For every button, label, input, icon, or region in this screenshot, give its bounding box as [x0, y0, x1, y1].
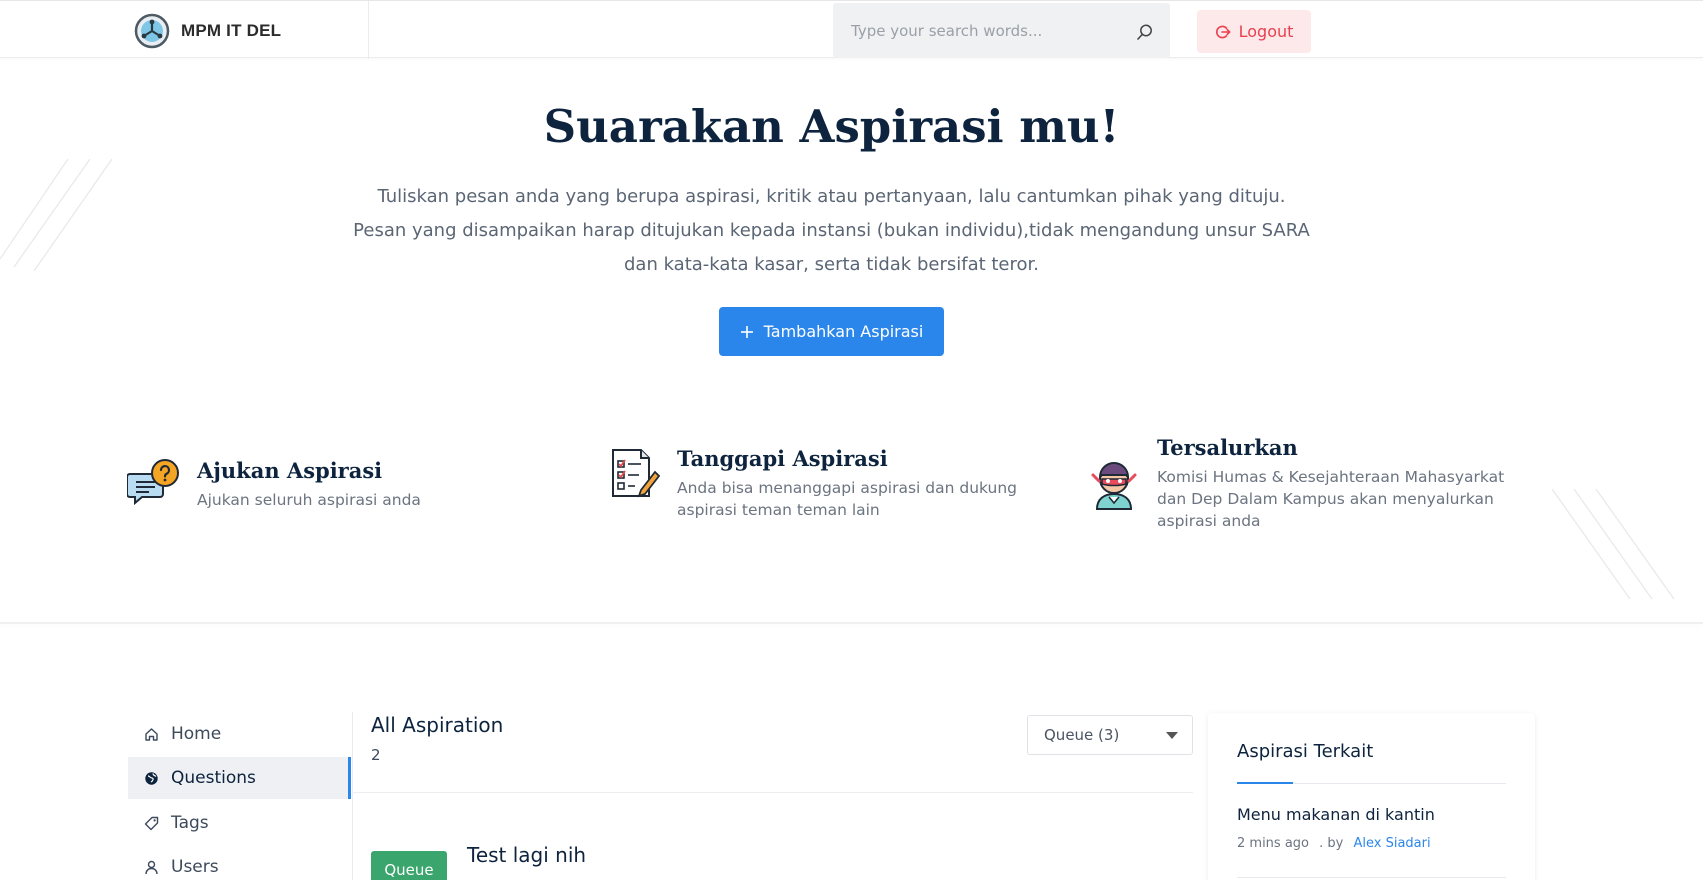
decorative-lines-left: [0, 158, 113, 272]
sidebar-item-tags[interactable]: Tags: [128, 802, 351, 844]
related-item-time: 2 mins ago: [1237, 836, 1309, 851]
sidebar-item-home[interactable]: Home: [128, 713, 351, 755]
list-divider: [352, 792, 1193, 793]
feature-title: Tersalurkan: [1157, 435, 1298, 460]
section-divider: [0, 622, 1703, 624]
add-aspiration-button[interactable]: Tambahkan Aspirasi: [719, 307, 944, 356]
sidebar-divider: [352, 712, 353, 880]
search-icon[interactable]: [1136, 23, 1154, 41]
header-divider: [368, 1, 369, 59]
feature-title: Tanggapi Aspirasi: [677, 446, 888, 471]
add-aspiration-label: Tambahkan Aspirasi: [763, 322, 924, 341]
search-input[interactable]: [851, 19, 1121, 43]
aspiration-list-title: All Aspiration: [371, 713, 504, 737]
logo-text: MPM IT DEL: [181, 21, 282, 40]
hero-title: Suarakan Aspirasi mu!: [543, 100, 1120, 153]
sidebar-item-label: Tags: [171, 813, 209, 833]
feature-text: Ajukan seluruh aspirasi anda: [197, 491, 421, 509]
status-badge: Queue: [371, 851, 447, 880]
logout-icon: [1215, 25, 1231, 38]
logout-button[interactable]: Logout: [1197, 10, 1311, 53]
hero-description: Tuliskan pesan anda yang berupa aspirasi…: [330, 180, 1333, 282]
hero-desc-line: Pesan yang disampaikan harap ditujukan k…: [353, 220, 1310, 241]
status-filter-select[interactable]: Queue (3): [1027, 715, 1193, 755]
related-item-author-link[interactable]: Alex Siadari: [1354, 836, 1431, 851]
logout-label: Logout: [1238, 22, 1294, 41]
related-item-by: . by: [1319, 836, 1344, 851]
tag-icon: [144, 816, 159, 830]
top-navbar: MPM IT DEL Logout: [0, 0, 1703, 59]
related-aspirations-card: Aspirasi Terkait Menu makanan di kantin …: [1208, 713, 1535, 880]
caret-down-icon: [1166, 732, 1178, 739]
question-title-link[interactable]: Test lagi nih: [467, 843, 586, 867]
related-card-title: Aspirasi Terkait: [1237, 741, 1374, 762]
feature-text: Komisi Humas & Kesejahteraan Mahasyarkat…: [1157, 468, 1505, 530]
hero-desc-line: Tuliskan pesan anda yang berupa aspirasi…: [377, 186, 1286, 207]
plus-icon: [740, 325, 753, 338]
sidebar-item-label: Questions: [171, 768, 256, 788]
related-item-meta: 2 mins ago . by Alex Siadari: [1237, 836, 1431, 851]
home-icon: [145, 727, 158, 741]
sidebar-item-label: Home: [171, 724, 222, 744]
feature-title: Ajukan Aspirasi: [197, 458, 383, 483]
sidebar-item-questions[interactable]: Questions: [128, 757, 351, 799]
card-title-accent: [1237, 782, 1293, 784]
checklist-icon: [612, 449, 661, 498]
logo-mark-icon: [134, 13, 170, 49]
hero-avatar-icon: [1091, 462, 1137, 510]
site-logo[interactable]: MPM IT DEL: [132, 13, 281, 49]
globe-icon: [145, 771, 158, 785]
hero-desc-line: dan kata-kata kasar, serta tidak bersifa…: [623, 254, 1039, 275]
sidebar-item-users[interactable]: Users: [128, 846, 351, 880]
feature-tersalurkan: Tersalurkan Komisi Humas & Kesejahteraan…: [1087, 435, 1517, 532]
status-filter-value: Queue (3): [1044, 726, 1120, 744]
search-box: [833, 3, 1170, 58]
decorative-lines-right: [1551, 488, 1675, 600]
feature-ajukan: Ajukan Aspirasi Ajukan seluruh aspirasi …: [127, 458, 527, 512]
sidebar-item-label: Users: [171, 857, 219, 877]
feature-text: Anda bisa menanggapi aspirasi dan dukung…: [677, 479, 1018, 519]
feature-tanggapi: Tanggapi Aspirasi Anda bisa menanggapi a…: [607, 446, 1027, 521]
user-icon: [145, 860, 158, 874]
related-item-divider: [1237, 877, 1506, 878]
aspiration-count: 2: [371, 746, 381, 764]
chat-question-icon: [127, 459, 179, 506]
related-item-title[interactable]: Menu makanan di kantin: [1237, 805, 1435, 824]
